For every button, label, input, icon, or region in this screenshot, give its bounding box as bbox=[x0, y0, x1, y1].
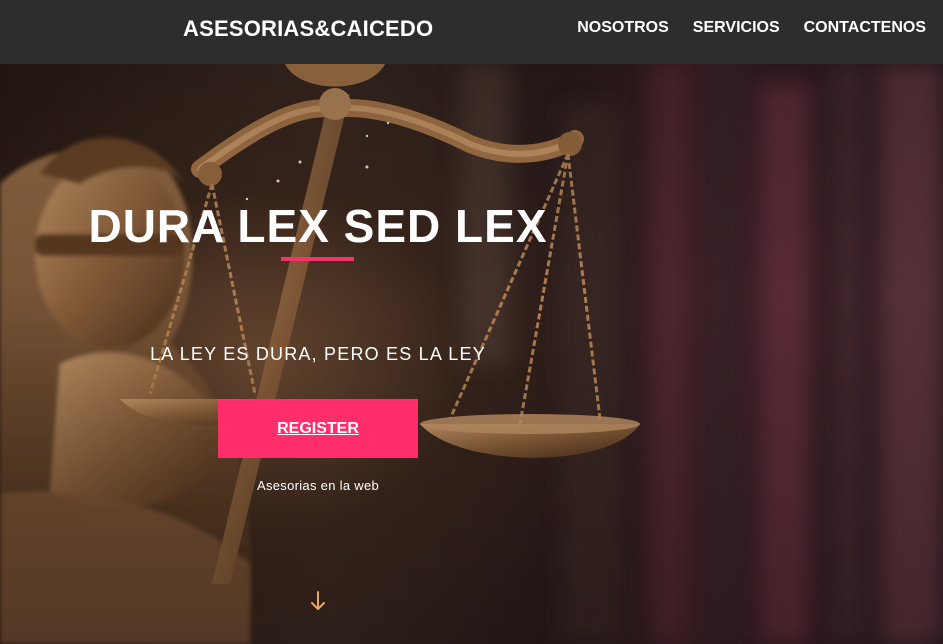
hero-title: DURA LEX SED LEX bbox=[88, 200, 548, 252]
hero-caption: Asesorias en la web bbox=[256, 478, 380, 493]
nav-link-servicios[interactable]: SERVICIOS bbox=[693, 19, 780, 37]
hero-subtitle: LA LEY ES DURA, PERO ES LA LEY bbox=[150, 344, 486, 364]
hero-section: DURA LEX SED LEX LA LEY ES DURA, PERO ES… bbox=[0, 64, 943, 644]
nav-link-nosotros[interactable]: NOSOTROS bbox=[577, 19, 669, 37]
arrow-down-icon[interactable] bbox=[309, 590, 327, 612]
register-button[interactable]: REGISTER bbox=[218, 399, 418, 458]
nav-link-contactenos[interactable]: CONTACTENOS bbox=[804, 19, 926, 37]
title-underline-divider bbox=[281, 257, 354, 261]
brand-logo-link[interactable]: ASESORIAS&CAICEDO bbox=[183, 16, 433, 42]
top-navbar: ASESORIAS&CAICEDO NOSOTROS SERVICIOS CON… bbox=[0, 0, 943, 64]
nav-links: NOSOTROS SERVICIOS CONTACTENOS bbox=[577, 19, 926, 37]
